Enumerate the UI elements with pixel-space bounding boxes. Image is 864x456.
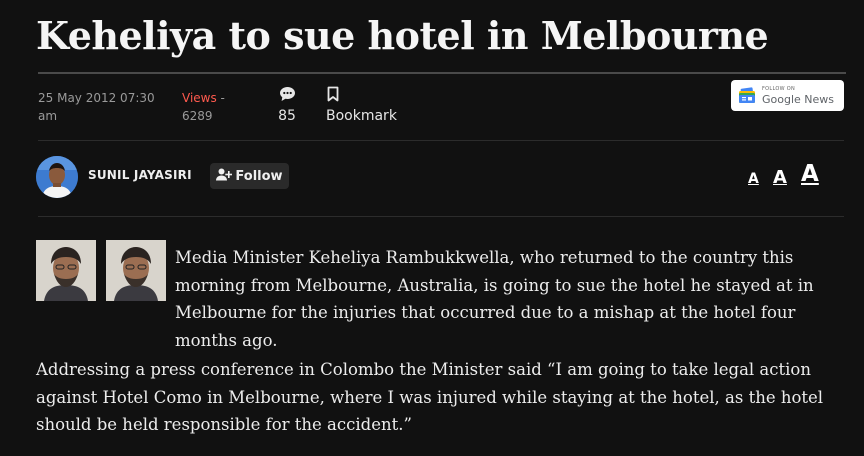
google-news-brand: Google News: [762, 92, 835, 106]
meta-divider: [38, 140, 844, 141]
comments-link[interactable]: 85: [272, 86, 302, 124]
font-size-small-button[interactable]: A: [748, 171, 759, 187]
bookmark-icon: [326, 86, 397, 102]
author-name[interactable]: SUNIL JAYASIRI: [88, 168, 192, 182]
article-photo: [106, 240, 166, 301]
follow-on-label: FOLLOW ON: [762, 85, 796, 92]
comment-icon: [272, 86, 302, 102]
article-photo: [36, 240, 96, 301]
comments-count: 85: [278, 108, 296, 124]
views-meta: Views - 6289: [182, 89, 252, 125]
title-divider: [38, 72, 846, 74]
google-news-text: FOLLOW ON Google News: [762, 85, 835, 106]
google-news-follow-button[interactable]: FOLLOW ON Google News: [731, 80, 844, 111]
article-paragraph: Media Minister Keheliya Rambukkwella, wh…: [175, 248, 814, 350]
google-news-icon: [738, 86, 756, 105]
follow-label: Follow: [235, 168, 283, 184]
article-title: Keheliya to sue hotel in Melbourne: [36, 13, 769, 58]
author-divider: [38, 216, 844, 217]
bookmark-button[interactable]: Bookmark: [326, 86, 397, 124]
font-size-medium-button[interactable]: A: [773, 167, 787, 188]
bookmark-label: Bookmark: [326, 108, 397, 124]
article-paragraph: Addressing a press conference in Colombo…: [36, 360, 824, 434]
add-user-icon: [216, 168, 235, 185]
font-size-large-button[interactable]: A: [801, 161, 819, 187]
views-label: Views: [182, 91, 217, 105]
follow-button[interactable]: Follow: [210, 163, 289, 189]
views-count: 6289: [182, 109, 213, 123]
views-separator: -: [216, 91, 225, 105]
publish-date: 25 May 2012 07:30 am: [38, 91, 155, 123]
author-avatar[interactable]: [36, 156, 78, 198]
